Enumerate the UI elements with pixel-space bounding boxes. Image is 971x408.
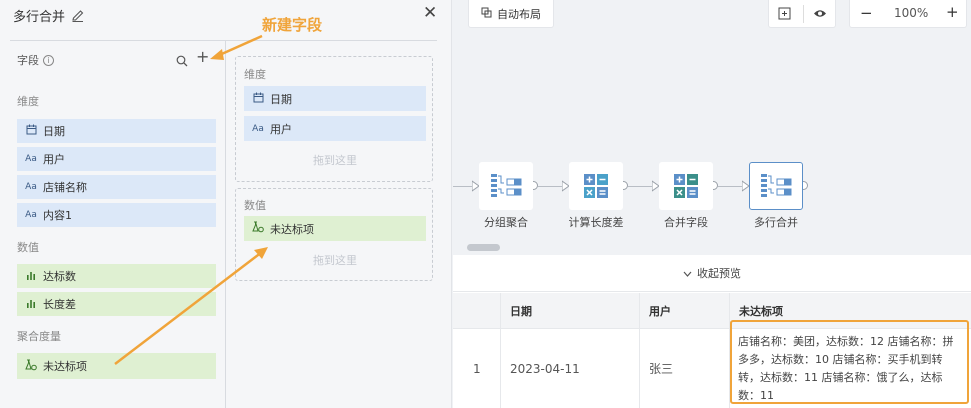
collapse-preview-label: 收起预览 (697, 267, 741, 280)
annotation-new-field: 新建字段 (262, 16, 323, 34)
aggregate-section-label: 聚合度量 (17, 330, 61, 343)
preview-panel: 收起预览 日期 用户 未达标项 1 2023-04-11 张三 店铺名称：美团，… (453, 255, 971, 408)
field-label: 未达标项 (43, 360, 87, 373)
field-label: 达标数 (43, 270, 76, 283)
field-item-shop-name[interactable]: Aa 店铺名称 (17, 175, 216, 199)
flow-node-calc-length-diff[interactable] (569, 162, 623, 210)
multi-row-merge-icon (761, 174, 792, 197)
auto-layout-icon (481, 7, 492, 21)
text-icon: Aa (252, 123, 264, 134)
field-item-standard-count[interactable]: 达标数 (17, 264, 216, 288)
text-icon: Aa (25, 210, 37, 220)
group-aggregate-icon (491, 174, 522, 197)
drop-hint: 拖到这里 (313, 154, 357, 167)
drop-field-unmet[interactable]: 未达标项 (244, 216, 426, 241)
column-header-user[interactable]: 用户 (639, 293, 729, 329)
aggregate-icon (250, 221, 266, 236)
fit-screen-icon[interactable] (778, 7, 791, 23)
bar-chart-icon (23, 270, 39, 283)
drop-field-label: 未达标项 (270, 222, 314, 236)
highlight-box (730, 320, 969, 404)
dimension-drop-title: 维度 (244, 68, 266, 81)
calendar-icon (23, 124, 39, 138)
row-index: 1 (473, 361, 481, 376)
flow-node-label: 多行合并 (754, 216, 798, 229)
panel-title: 多行合并 (13, 9, 66, 25)
chevron-down-icon (683, 267, 692, 280)
field-item-user[interactable]: Aa 用户 (17, 147, 216, 171)
field-label: 内容1 (43, 209, 72, 222)
column-header-date[interactable]: 日期 (500, 293, 639, 329)
cell-date: 2023-04-11 (500, 329, 639, 408)
field-item-unmet[interactable]: 未达标项 (17, 353, 216, 379)
toolbar-divider (803, 5, 804, 23)
zoom-level: 100% (894, 6, 929, 20)
collapse-preview-button[interactable]: 收起预览 (453, 255, 971, 292)
aggregate-icon (23, 359, 39, 374)
calendar-icon (250, 92, 266, 106)
text-icon: Aa (25, 182, 37, 192)
drop-field-label: 日期 (270, 92, 292, 106)
flow-node-multi-row-merge[interactable] (749, 162, 803, 210)
canvas-area: 自动布局 − 100% + 分组聚合 计算长度差 合并字段 多行合并 收起预览 … (453, 0, 971, 408)
add-field-button[interactable]: + (196, 49, 209, 65)
close-button[interactable]: ✕ (423, 4, 437, 22)
measure-section-label: 数值 (17, 241, 39, 254)
cell-user: 张三 (639, 329, 729, 408)
zoom-in-button[interactable]: + (946, 3, 959, 21)
eye-icon[interactable] (813, 8, 827, 22)
flow-connector (718, 186, 742, 187)
dimension-drop-zone[interactable]: 维度 日期 Aa 用户 拖到这里 (235, 56, 433, 182)
drop-field-date[interactable]: 日期 (244, 86, 426, 111)
flow-node-label: 计算长度差 (568, 216, 624, 229)
field-label: 长度差 (43, 298, 76, 311)
flow-node-label: 分组聚合 (484, 216, 528, 229)
drop-field-user[interactable]: Aa 用户 (244, 116, 426, 141)
fields-title-label: 字段 (17, 54, 39, 67)
search-icon[interactable] (176, 52, 188, 67)
drop-field-label: 用户 (270, 122, 292, 136)
flow-node-label: 合并字段 (664, 216, 708, 229)
flow-node-merge-fields[interactable] (659, 162, 713, 210)
fields-title: 字段 i (17, 52, 54, 68)
measure-drop-title: 数值 (244, 199, 266, 212)
drop-hint: 拖到这里 (313, 254, 357, 267)
flow-connector (538, 186, 562, 187)
left-panel: 多行合并 ✕ 新建字段 字段 i + 维度 日期 Aa 用户 Aa 店铺名称 A… (0, 0, 452, 408)
horizontal-scrollbar[interactable] (467, 244, 500, 251)
pencil-icon[interactable] (71, 8, 85, 22)
measure-drop-zone[interactable]: 数值 未达标项 拖到这里 (235, 188, 433, 281)
field-label: 店铺名称 (43, 181, 87, 194)
info-icon[interactable]: i (43, 54, 54, 66)
dimension-section-label: 维度 (17, 95, 39, 108)
fields-column: 字段 i + 维度 日期 Aa 用户 Aa 店铺名称 Aa 内容1 数值 达标数… (0, 41, 226, 408)
view-tools (768, 0, 836, 28)
flow-node-group-aggregate[interactable] (479, 162, 533, 210)
auto-layout-button[interactable]: 自动布局 (468, 0, 554, 28)
field-label: 用户 (43, 153, 65, 166)
text-icon: Aa (25, 154, 37, 164)
field-label: 日期 (43, 125, 65, 138)
panel-header: 多行合并 (13, 4, 85, 26)
field-item-date[interactable]: 日期 (17, 119, 216, 143)
flow-connector (628, 186, 652, 187)
config-column: 维度 日期 Aa 用户 拖到这里 数值 未达标项 拖到这里 (226, 41, 452, 408)
zoom-out-button[interactable]: − (860, 4, 873, 22)
field-item-content1[interactable]: Aa 内容1 (17, 203, 216, 227)
zoom-controls: − 100% + (849, 0, 967, 28)
calculator-icon (674, 174, 698, 198)
bar-chart-icon (23, 298, 39, 311)
auto-layout-label: 自动布局 (497, 7, 541, 21)
calculator-icon (584, 174, 608, 198)
field-item-length-diff[interactable]: 长度差 (17, 292, 216, 316)
